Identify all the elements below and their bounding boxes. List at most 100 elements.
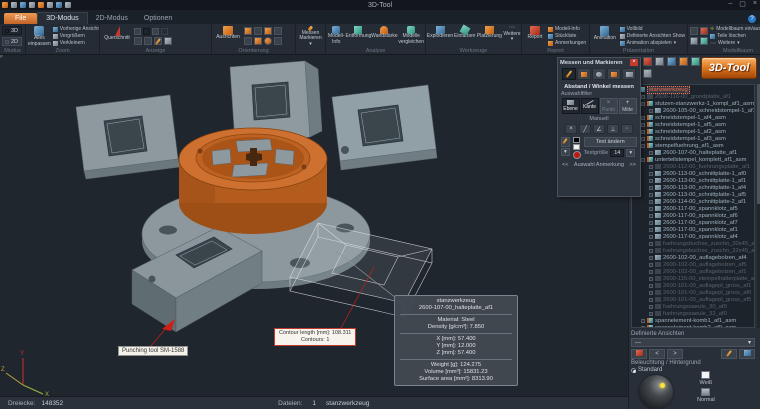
tree-item[interactable]: spannelement-komb2_af0_asm: [633, 324, 754, 328]
cross-section-button[interactable]: Querschnitt: [102, 25, 132, 47]
tree-color-icon[interactable]: [700, 37, 708, 45]
tree-isolate-icon[interactable]: [690, 37, 698, 45]
tab-2d-modus[interactable]: 2D-Modus: [88, 13, 136, 24]
views-show-button[interactable]: Definierte Ansichten Show: [620, 33, 685, 39]
view-prev-button[interactable]: <: [649, 349, 665, 359]
view-next-button[interactable]: >: [667, 349, 683, 359]
render-mode-icon[interactable]: [152, 28, 159, 35]
play-animation-button[interactable]: Animation abspielen ▾: [620, 40, 685, 46]
modeltree-toggle-button[interactable]: ✛Modellbaum ein/aus: [710, 26, 760, 32]
filter-plane-button[interactable]: Ebene: [562, 98, 580, 114]
zoom-out-button[interactable]: Verkleinern: [53, 40, 99, 46]
tree-item[interactable]: fuehrungsbuchse_zuschn_30x45_af1: [633, 240, 754, 247]
edit-display-icon[interactable]: [155, 38, 161, 45]
visibility-checkbox[interactable]: [649, 214, 653, 218]
tree-item[interactable]: fuehrungsbuchse_zuschn_32x45_af1: [633, 247, 754, 254]
visibility-checkbox[interactable]: [641, 326, 645, 329]
tree-more-button[interactable]: ⋯Weitere ▾: [710, 40, 760, 46]
transparent-icon[interactable]: [667, 57, 676, 66]
text-change-button[interactable]: Text ändern: [584, 137, 637, 147]
tree-item[interactable]: fuehrungssaeule_30_af0: [633, 303, 754, 310]
compare-models-button[interactable]: Modelle vergleichen: [398, 25, 424, 47]
viewport-3d[interactable]: Y Z X Punching tool SM-1588 Contour leng…: [0, 55, 628, 396]
annotation-tool[interactable]: [607, 68, 621, 80]
visibility-checkbox[interactable]: [649, 109, 653, 113]
visibility-checkbox[interactable]: [649, 193, 653, 197]
background-white-button[interactable]: Weiß: [700, 371, 713, 386]
tree-item[interactable]: 2600-102-00_auflagebolzen_af1: [633, 268, 754, 275]
tree-item[interactable]: 2600-117-00_spannklotz_af6: [633, 212, 754, 219]
tree-item[interactable]: 2600-107-00_halteplatte_af1: [633, 149, 754, 156]
annotation-punching-tool[interactable]: Punching tool SM-1588: [118, 346, 188, 356]
tree-item[interactable]: 2600-113-00_schnittplatte-1_af1: [633, 177, 754, 184]
visibility-checkbox[interactable]: [641, 137, 645, 141]
view-left-icon[interactable]: [264, 27, 272, 35]
visibility-checkbox[interactable]: [641, 123, 645, 127]
measure-angle-tool[interactable]: [577, 68, 591, 80]
tree-item[interactable]: 2600-113-00_schnittplatte-1_af0: [633, 170, 754, 177]
delete-parts-button[interactable]: Teile löschen: [710, 33, 760, 39]
zoom-previous-view-button[interactable]: Vorherige Ansicht: [53, 26, 99, 32]
undo-tree-icon[interactable]: [643, 69, 652, 78]
filter-point-button[interactable]: ×Punkt: [600, 98, 618, 114]
manual-point-button[interactable]: ×: [565, 124, 577, 134]
visibility-checkbox[interactable]: [641, 144, 645, 148]
measure-mark-button[interactable]: Messen Markieren ▾: [298, 25, 323, 47]
add-view-button[interactable]: [631, 349, 647, 359]
colorize-button[interactable]: Einfärben: [454, 25, 475, 47]
tree-item[interactable]: fuehrungssaeule_32_af0: [633, 310, 754, 317]
visibility-checkbox[interactable]: [649, 305, 653, 309]
zoom-fit-button[interactable]: Alles einpassen: [28, 25, 51, 47]
minimize-button[interactable]: –: [728, 0, 732, 8]
visibility-checkbox[interactable]: [649, 165, 653, 169]
visibility-checkbox[interactable]: [649, 221, 653, 225]
tree-item[interactable]: 2600-117-00_spannklotz_af7: [633, 219, 754, 226]
visibility-checkbox[interactable]: [641, 319, 645, 323]
isolate-icon[interactable]: [679, 57, 688, 66]
mode-3d-button[interactable]: 3D: [2, 26, 22, 35]
annotation-next-button[interactable]: >>: [630, 162, 636, 168]
tree-item[interactable]: schneidstempel-1_af2_asm: [633, 128, 754, 135]
tree-item[interactable]: 2600-117-00_spannklotz_af4: [633, 233, 754, 240]
rotate-ccw-icon[interactable]: [274, 37, 282, 45]
shadow-icon[interactable]: [144, 37, 152, 45]
tree-item[interactable]: 2600-101-00_auflagepl_gross_af1: [633, 282, 754, 289]
tools-more-button[interactable]: ⋯ Weitere ▾: [503, 25, 520, 47]
tree-item[interactable]: 2600-116-00_grundplatte_af1: [633, 93, 754, 100]
tree-item[interactable]: stempelfuehrung_af1_asm: [633, 142, 754, 149]
manual-perpendicular-button[interactable]: ⊥: [607, 124, 619, 134]
color-red-swatch[interactable]: [573, 151, 581, 159]
render-mode-icon[interactable]: [134, 28, 141, 35]
tree-item[interactable]: stanzwerkzeug: [633, 86, 754, 93]
measure-radius-tool[interactable]: [592, 68, 606, 80]
filter-edge-button[interactable]: Kante: [581, 98, 599, 114]
maximize-button[interactable]: ▢: [739, 0, 746, 8]
visibility-checkbox[interactable]: [649, 207, 653, 211]
annotation-prev-button[interactable]: <<: [562, 162, 568, 168]
tree-item[interactable]: schneidstempel-1_af4_asm: [633, 114, 754, 121]
tree-item[interactable]: 2600-101-00_auflagepl_gross_af5: [633, 296, 754, 303]
fullscreen-button[interactable]: Vollbild: [620, 26, 685, 32]
hide-part-icon[interactable]: [643, 57, 652, 66]
view-edit-button[interactable]: [721, 349, 737, 359]
render-mode-icon[interactable]: [143, 28, 150, 35]
tree-item[interactable]: 2600-117-00_spannklotz_af5: [633, 205, 754, 212]
visibility-checkbox[interactable]: [641, 116, 645, 120]
visibility-checkbox[interactable]: [649, 228, 653, 232]
tree-item[interactable]: 2600-102-00_auflagebolzen_af5: [633, 261, 754, 268]
grid-icon[interactable]: [134, 37, 142, 45]
lighting-sphere-preview[interactable]: [639, 375, 673, 409]
color-white-swatch[interactable]: [573, 144, 580, 150]
animation-button[interactable]: Animation: [592, 25, 618, 47]
visibility-checkbox[interactable]: [641, 102, 645, 106]
tree-select-icon[interactable]: [690, 27, 698, 35]
report-bom-button[interactable]: Stückliste: [548, 33, 586, 39]
tree-item[interactable]: 2600-114-00_schnittplatte-2_af1: [633, 198, 754, 205]
draft-analysis-button[interactable]: Entformung: [346, 25, 370, 47]
visibility-checkbox[interactable]: [649, 235, 653, 239]
visibility-checkbox[interactable]: [649, 263, 653, 267]
visibility-checkbox[interactable]: [649, 249, 653, 253]
visibility-checkbox[interactable]: [649, 200, 653, 204]
lighting-standard-radio[interactable]: Standard: [631, 367, 662, 373]
pen-color-button[interactable]: [561, 137, 570, 147]
